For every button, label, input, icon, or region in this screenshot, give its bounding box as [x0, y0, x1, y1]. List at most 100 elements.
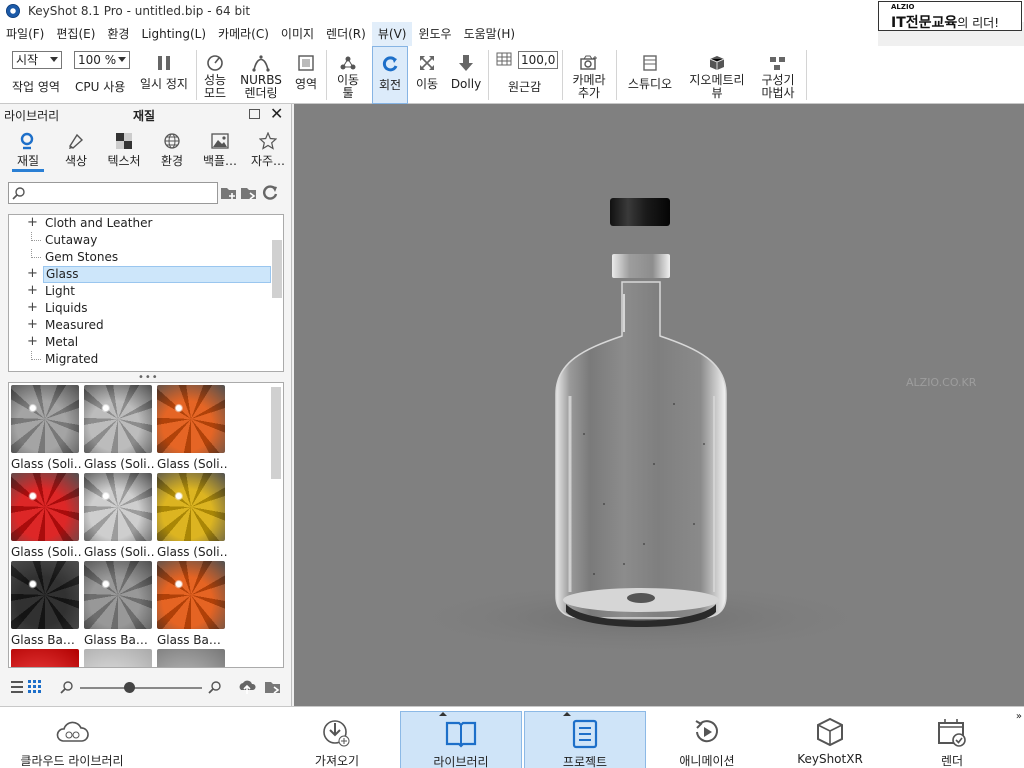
thumbnail-scrollbar[interactable]	[271, 387, 281, 479]
animation-button[interactable]: 애니메이션	[668, 711, 746, 768]
grid-view-icon[interactable]	[28, 680, 42, 697]
render-button[interactable]: 렌더	[920, 711, 984, 768]
cloud-library-button[interactable]: 클라우드 라이브러리	[8, 711, 136, 768]
list-view-icon[interactable]	[10, 680, 24, 697]
expand-plus-icon[interactable]: +	[27, 283, 38, 298]
geometry-view-button[interactable]: 지오메트리 뷰	[684, 46, 750, 104]
cpu-usage-select[interactable]: 100 %	[74, 51, 130, 69]
nurbs-render-button[interactable]: NURBS 렌더링	[236, 46, 286, 104]
rotate-button[interactable]: 회전	[372, 46, 408, 104]
tree-scrollbar[interactable]	[272, 240, 282, 298]
tree-item[interactable]: Gem Stones	[9, 249, 271, 266]
cpu-usage-value: 100 %	[78, 53, 117, 67]
expand-plus-icon[interactable]: +	[27, 300, 38, 315]
close-icon[interactable]: ✕	[270, 104, 283, 123]
pause-label: 일시 정지	[140, 77, 188, 91]
move-button[interactable]: 이동	[410, 46, 444, 104]
tab-textures[interactable]: 텍스처	[100, 128, 148, 172]
material-thumbnail-label: Glass (Soli…	[157, 545, 227, 559]
material-thumbnail[interactable]: Glass (Soli…	[11, 385, 81, 471]
material-thumbnail-partial[interactable]	[157, 649, 227, 667]
menu-camera[interactable]: 카메라(C)	[212, 22, 275, 46]
studio-label: 스튜디오	[627, 77, 673, 91]
configurator-wizard-button[interactable]: 구성기 마법사	[754, 46, 802, 104]
add-folder-icon[interactable]	[220, 184, 238, 202]
tree-connector	[31, 249, 41, 258]
import-button[interactable]: 가져오기	[298, 711, 376, 768]
material-thumbnail-partial[interactable]	[84, 649, 154, 667]
project-toggle-button[interactable]: 프로젝트	[524, 711, 646, 768]
zoom-in-icon[interactable]	[208, 680, 222, 697]
library-toggle-button[interactable]: 라이브러리	[400, 711, 522, 768]
tree-item[interactable]: + Metal	[9, 334, 271, 351]
tree-connector	[31, 351, 41, 360]
material-thumbnail[interactable]: Glass (Soli…	[84, 385, 154, 471]
render-viewport[interactable]: ALZIO.CO.KR	[294, 104, 1024, 706]
search-input[interactable]	[8, 182, 218, 204]
material-thumbnail-label: Glass (Soli…	[84, 457, 154, 471]
material-thumbnail-partial[interactable]	[11, 649, 81, 667]
menu-window[interactable]: 윈도우	[412, 22, 457, 46]
workspace-select[interactable]: 시작	[12, 51, 62, 69]
material-thumbnail[interactable]: Glass (Soli…	[84, 473, 154, 559]
tree-item[interactable]: Migrated	[9, 351, 271, 368]
material-thumbnail-label: Glass (Soli…	[11, 545, 81, 559]
nurbs-icon	[250, 52, 272, 74]
keyshotxr-button[interactable]: KeyShotXR	[790, 711, 870, 768]
menu-environment[interactable]: 환경	[101, 22, 135, 46]
perspective-input[interactable]: 100,0	[518, 51, 558, 69]
add-camera-button[interactable]: 카메라 추가	[566, 46, 612, 104]
overflow-chevron-icon[interactable]: »	[1016, 711, 1022, 722]
menu-help[interactable]: 도움말(H)	[458, 22, 522, 46]
tab-environments[interactable]: 환경	[148, 128, 196, 172]
pause-button[interactable]: 일시 정지	[136, 46, 192, 104]
zoom-out-icon[interactable]	[60, 680, 74, 697]
material-thumbnail[interactable]: Glass Ba…	[84, 561, 154, 647]
thumbnail-size-slider[interactable]	[80, 687, 202, 689]
folder-sync-icon[interactable]	[240, 184, 258, 202]
menu-lighting[interactable]: Lighting(L)	[135, 22, 212, 46]
expand-plus-icon[interactable]: +	[27, 334, 38, 349]
tab-materials-label: 재질	[16, 154, 40, 168]
material-thumbnail[interactable]: Glass Ba…	[157, 561, 227, 647]
expand-plus-icon[interactable]: +	[27, 317, 38, 332]
material-thumbnail[interactable]: Glass (Soli…	[157, 473, 227, 559]
region-button[interactable]: 영역	[290, 46, 322, 104]
tree-item-selected[interactable]: + Glass	[9, 266, 271, 283]
material-thumbnail[interactable]: Glass Ba…	[11, 561, 81, 647]
material-thumbnail[interactable]: Glass (Soli…	[157, 385, 227, 471]
performance-mode-button[interactable]: 성능 모드	[198, 46, 232, 104]
menu-view[interactable]: 뷰(V)	[371, 22, 413, 46]
folder-share-icon[interactable]	[264, 678, 282, 699]
animation-label: 애니메이션	[679, 754, 735, 768]
tree-item[interactable]: + Light	[9, 283, 271, 300]
tree-item[interactable]: Cutaway	[9, 232, 271, 249]
tree-item[interactable]: + Cloth and Leather	[9, 215, 271, 232]
upload-icon[interactable]	[238, 678, 256, 699]
tree-item-label: Metal	[45, 335, 79, 349]
viewport-scene	[390, 198, 890, 656]
toolbar: 시작 작업 영역 100 % CPU 사용 일시 정지 성능 모드 NURBS …	[0, 46, 1024, 104]
menu-edit[interactable]: 편집(E)	[50, 22, 101, 46]
dolly-button[interactable]: Dolly	[448, 46, 484, 104]
menu-render[interactable]: 렌더(R)	[320, 22, 372, 46]
menu-file[interactable]: 파일(F)	[0, 22, 50, 46]
expand-plus-icon[interactable]: +	[27, 266, 38, 281]
material-thumbnail[interactable]: Glass (Soli…	[11, 473, 81, 559]
undock-icon[interactable]	[249, 109, 260, 119]
tree-item[interactable]: + Measured	[9, 317, 271, 334]
menu-image[interactable]: 이미지	[275, 22, 320, 46]
dolly-arrow-icon	[455, 52, 477, 74]
tree-item[interactable]: + Liquids	[9, 300, 271, 317]
refresh-icon[interactable]	[262, 184, 280, 202]
tab-materials[interactable]: 재질	[4, 128, 52, 172]
studio-button[interactable]: 스튜디오	[622, 46, 678, 104]
tab-colors[interactable]: 색상	[52, 128, 100, 172]
rotate-icon	[379, 53, 401, 75]
add-camera-label-2: 추가	[577, 86, 601, 100]
pan-tool-button[interactable]: 이동 툴	[330, 46, 366, 104]
slider-handle[interactable]	[124, 682, 135, 693]
tab-favorites[interactable]: 자주…	[244, 128, 292, 172]
expand-plus-icon[interactable]: +	[27, 215, 38, 230]
tab-backplates[interactable]: 백플…	[196, 128, 244, 172]
